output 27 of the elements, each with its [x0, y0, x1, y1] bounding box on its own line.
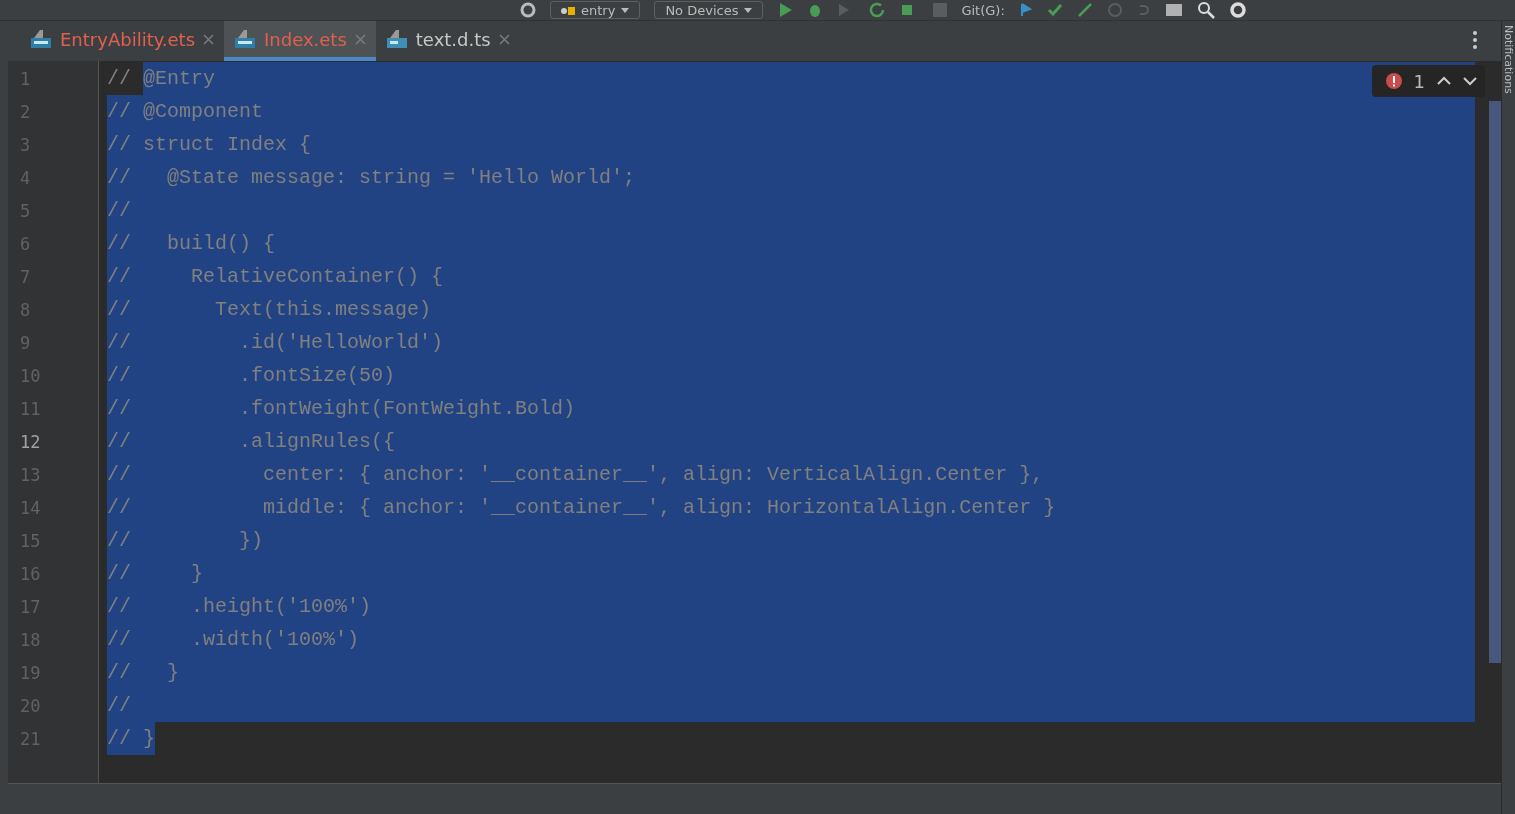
search-icon[interactable]	[1196, 1, 1215, 19]
line-number: 12	[19, 430, 42, 454]
error-icon	[1385, 73, 1402, 89]
problems-widget[interactable]: 1	[1371, 65, 1485, 97]
chevron-down-icon[interactable]	[1463, 76, 1477, 86]
code-text: // }	[107, 722, 155, 755]
notifications-tab[interactable]: Notifications	[1502, 25, 1515, 94]
file-icon	[30, 29, 52, 49]
vcs-label: Git(G):	[961, 2, 1005, 18]
more-icon[interactable]	[1473, 31, 1477, 49]
chevron-up-icon[interactable]	[1437, 76, 1451, 86]
check-icon[interactable]	[1046, 2, 1063, 18]
close-icon[interactable]	[354, 33, 366, 45]
caret-icon	[744, 7, 753, 13]
stop-icon[interactable]	[933, 3, 948, 17]
code-text: //	[107, 62, 143, 95]
device-dropdown[interactable]: No Devices	[654, 1, 764, 19]
file-icon	[385, 29, 408, 49]
run-icon[interactable]	[777, 2, 794, 18]
module-dropdown[interactable]: entry	[550, 1, 641, 19]
caret-icon	[621, 7, 630, 13]
module-icon	[561, 5, 575, 15]
error-count: 1	[1413, 70, 1425, 92]
close-icon[interactable]	[498, 33, 510, 45]
file-icon	[234, 29, 256, 49]
scrollbar[interactable]	[1489, 101, 1501, 663]
close-icon[interactable]	[203, 33, 214, 45]
